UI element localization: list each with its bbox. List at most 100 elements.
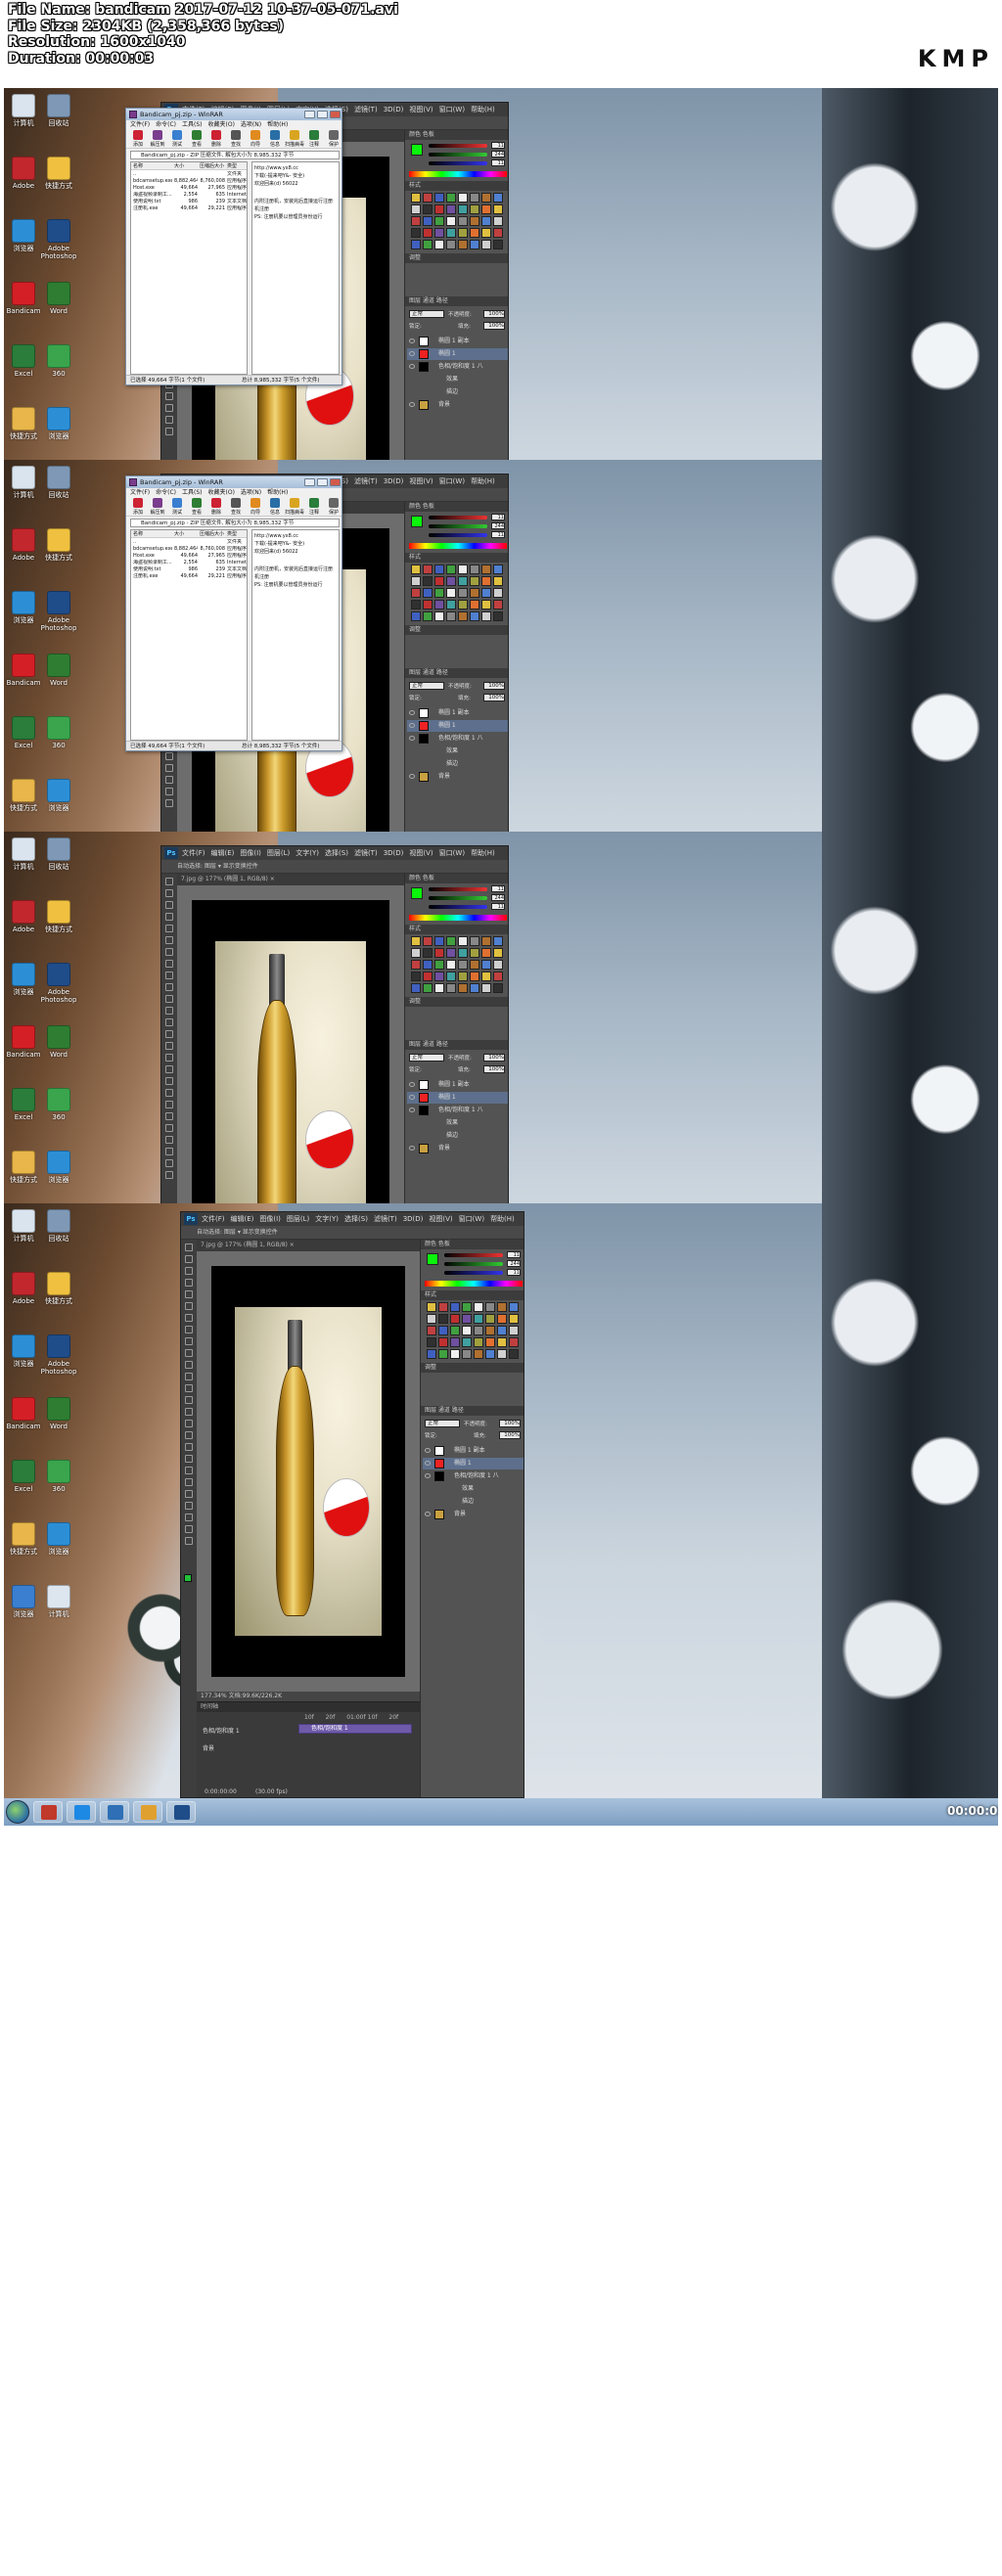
- tool-icon[interactable]: [165, 764, 173, 772]
- file-row[interactable]: bdcamsetup.exe 8,882,464 8,760,008 应用程序: [131, 178, 247, 185]
- style-swatch[interactable]: [411, 565, 421, 574]
- visibility-eye-icon[interactable]: [425, 1512, 431, 1516]
- style-swatch[interactable]: [458, 565, 468, 574]
- style-swatch[interactable]: [509, 1349, 519, 1359]
- layer-row[interactable]: 效果: [423, 1483, 524, 1495]
- visibility-eye-icon[interactable]: [425, 1473, 431, 1478]
- menu-item[interactable]: 滤镜(T): [354, 106, 378, 113]
- style-swatch[interactable]: [434, 216, 444, 226]
- style-swatch[interactable]: [497, 1326, 507, 1335]
- style-swatch[interactable]: [446, 193, 456, 203]
- style-swatch[interactable]: [446, 204, 456, 214]
- file-row[interactable]: 使用说明.txt 986 239 文本文档: [131, 199, 247, 205]
- menu-item[interactable]: 选择(S): [325, 849, 348, 857]
- style-swatch[interactable]: [462, 1326, 472, 1335]
- style-swatch[interactable]: [434, 204, 444, 214]
- style-swatch[interactable]: [434, 576, 444, 586]
- style-swatch[interactable]: [485, 1326, 495, 1335]
- desktop-icon[interactable]: Word: [41, 280, 76, 325]
- style-swatch[interactable]: [470, 228, 479, 238]
- style-swatch[interactable]: [434, 600, 444, 610]
- style-swatch[interactable]: [509, 1314, 519, 1324]
- style-swatch[interactable]: [411, 972, 421, 981]
- menu-item[interactable]: 命令(C): [156, 489, 176, 496]
- desktop-icon[interactable]: 浏览器: [41, 1149, 76, 1194]
- tool-icon[interactable]: [185, 1361, 193, 1369]
- column-header[interactable]: 名称: [133, 530, 172, 538]
- visibility-eye-icon[interactable]: [409, 402, 415, 407]
- style-swatch[interactable]: [434, 983, 444, 993]
- desktop-icon[interactable]: 计算机: [41, 1583, 76, 1628]
- color-value[interactable]: 11: [491, 903, 505, 910]
- layer-row[interactable]: 背景: [407, 399, 508, 411]
- menu-item[interactable]: 帮助(H): [471, 477, 495, 485]
- tool-icon[interactable]: [185, 1525, 193, 1533]
- tool-icon[interactable]: [165, 1112, 173, 1120]
- style-swatch[interactable]: [427, 1302, 436, 1312]
- style-swatch[interactable]: [450, 1326, 460, 1335]
- style-swatch[interactable]: [423, 936, 433, 946]
- tool-icon[interactable]: [185, 1431, 193, 1439]
- style-swatch[interactable]: [423, 565, 433, 574]
- desktop-icon[interactable]: 360: [41, 714, 76, 759]
- color-spectrum[interactable]: [409, 915, 507, 921]
- desktop-icon[interactable]: Adobe Photoshop: [41, 961, 76, 1006]
- style-swatch[interactable]: [423, 228, 433, 238]
- opacity-value[interactable]: 100%: [499, 1420, 521, 1427]
- column-header[interactable]: 压缩后大小: [200, 530, 225, 538]
- tool-icon[interactable]: [185, 1373, 193, 1380]
- color-slider[interactable]: [429, 896, 487, 900]
- visibility-eye-icon[interactable]: [409, 736, 415, 741]
- tool-icon[interactable]: [165, 1124, 173, 1132]
- tool-icon[interactable]: [185, 1408, 193, 1416]
- tool-icon[interactable]: [165, 1065, 173, 1073]
- style-swatch[interactable]: [427, 1337, 436, 1347]
- document-tabs[interactable]: 7.jpg @ 177% (椭圆 1, RGB/8) ×: [197, 1240, 420, 1251]
- menu-item[interactable]: 滤镜(T): [374, 1215, 397, 1223]
- color-slider[interactable]: [444, 1262, 503, 1266]
- toolbar-button[interactable]: 添加: [128, 498, 148, 516]
- menu-item[interactable]: 收藏夹(O): [208, 121, 235, 128]
- tool-icon[interactable]: [165, 1007, 173, 1015]
- style-swatch[interactable]: [470, 216, 479, 226]
- taskbar-button[interactable]: [67, 1801, 96, 1823]
- style-swatch[interactable]: [423, 983, 433, 993]
- color-value[interactable]: 11: [491, 885, 505, 892]
- toolbar-button[interactable]: 查看: [187, 498, 206, 516]
- fill-value[interactable]: 100%: [483, 694, 505, 701]
- menu-item[interactable]: 帮助(H): [267, 489, 288, 496]
- style-swatch[interactable]: [434, 565, 444, 574]
- menu-item[interactable]: 收藏夹(O): [208, 489, 235, 496]
- tool-icon[interactable]: [165, 972, 173, 979]
- visibility-eye-icon[interactable]: [409, 710, 415, 715]
- toolbar-button[interactable]: 注释: [304, 498, 324, 516]
- tool-icon[interactable]: [165, 1136, 173, 1144]
- style-swatch[interactable]: [434, 228, 444, 238]
- style-swatch[interactable]: [493, 600, 503, 610]
- tool-icon[interactable]: [165, 392, 173, 400]
- menu-item[interactable]: 帮助(H): [267, 121, 288, 128]
- minimize-button[interactable]: [304, 111, 315, 118]
- style-swatch[interactable]: [446, 972, 456, 981]
- style-swatch[interactable]: [450, 1302, 460, 1312]
- desktop-icon[interactable]: 快捷方式: [41, 526, 76, 571]
- style-swatch[interactable]: [481, 565, 491, 574]
- tool-icon[interactable]: [165, 925, 173, 932]
- color-slider[interactable]: [429, 516, 487, 520]
- style-swatch[interactable]: [458, 948, 468, 958]
- tool-icon[interactable]: [165, 799, 173, 807]
- tool-icon[interactable]: [185, 1337, 193, 1345]
- tool-icon[interactable]: [185, 1243, 193, 1251]
- tool-icon[interactable]: [165, 416, 173, 424]
- close-button[interactable]: [330, 478, 341, 486]
- toolbar-button[interactable]: 保护: [324, 130, 342, 148]
- tool-icon[interactable]: [185, 1514, 193, 1521]
- style-swatch[interactable]: [423, 576, 433, 586]
- menu-item[interactable]: 图像(I): [259, 1215, 281, 1223]
- foreground-color-swatch[interactable]: [184, 1574, 192, 1582]
- style-swatch[interactable]: [481, 936, 491, 946]
- style-swatch[interactable]: [446, 216, 456, 226]
- menu-item[interactable]: 文字(Y): [315, 1215, 339, 1223]
- close-button[interactable]: [330, 111, 341, 118]
- color-swatch[interactable]: [411, 887, 423, 899]
